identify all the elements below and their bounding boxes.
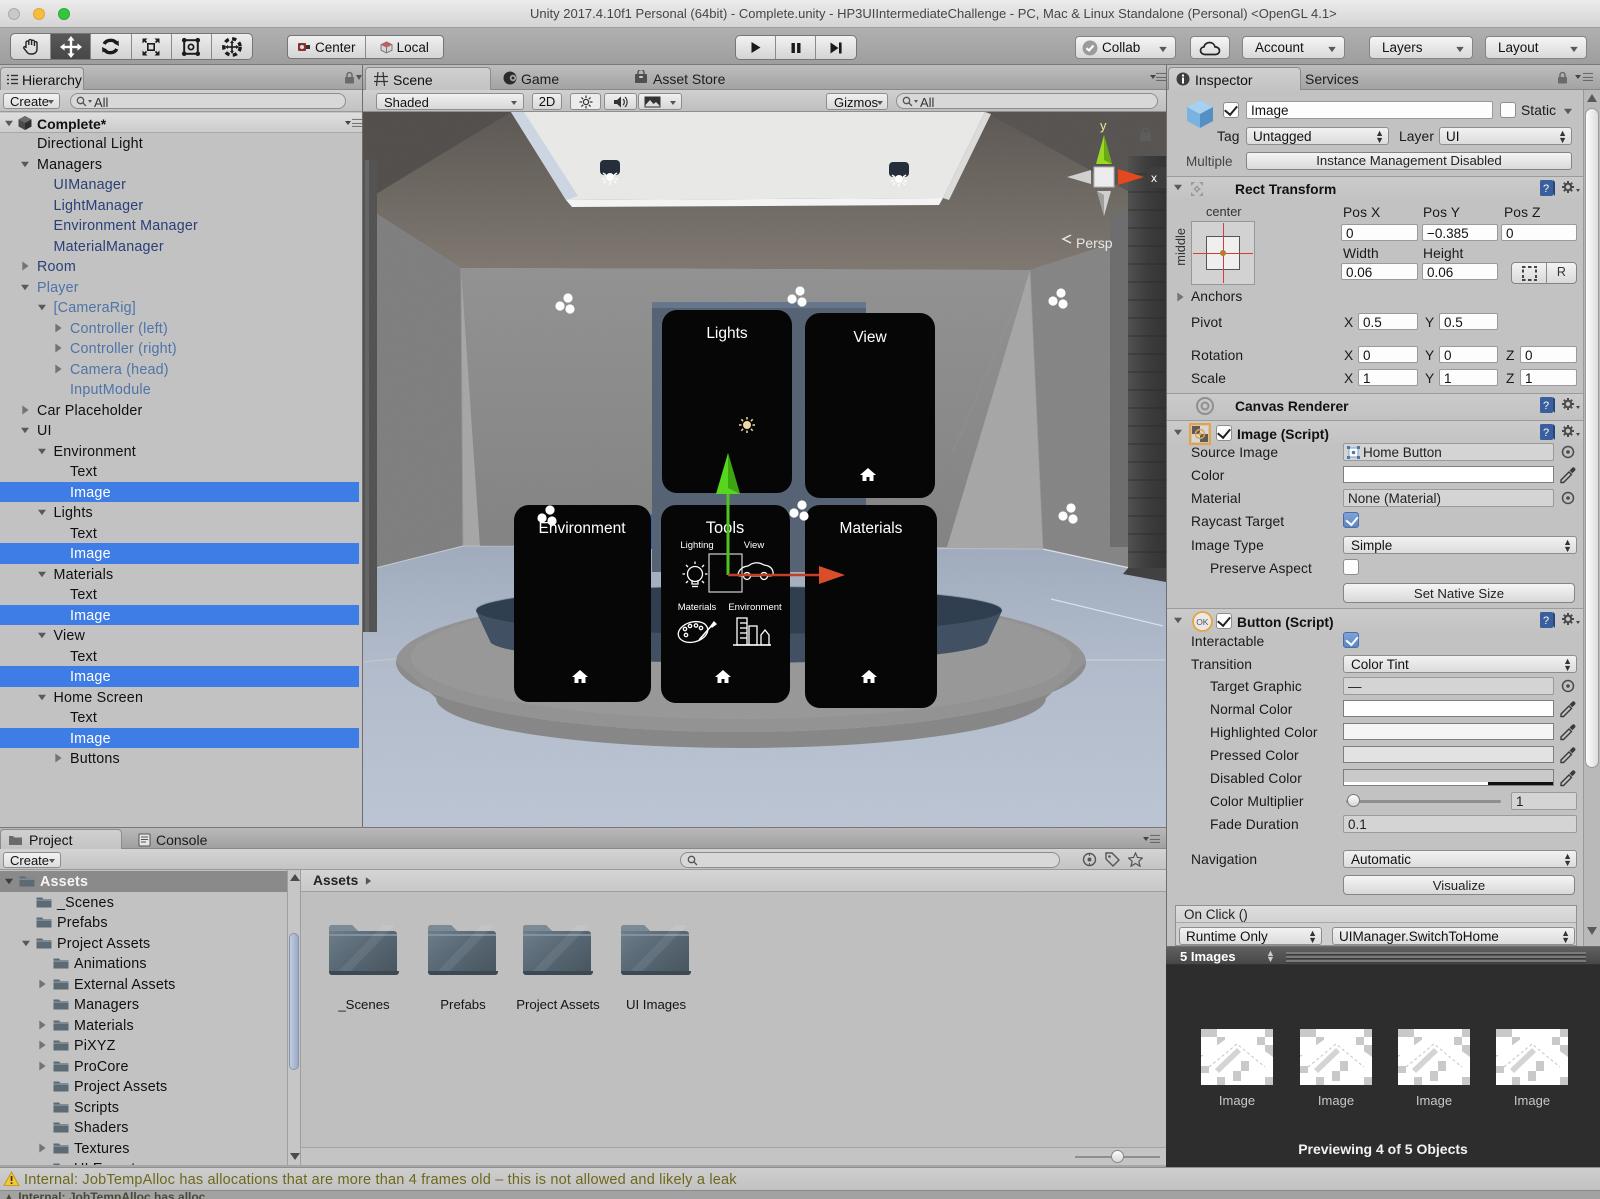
svg-text:x: x: [1151, 171, 1157, 185]
svg-text:OK: OK: [1196, 617, 1209, 627]
svg-text:Tools: Tools: [706, 519, 745, 537]
svg-text:Materials: Materials: [840, 520, 903, 537]
svg-text:Persp: Persp: [1076, 235, 1113, 251]
svg-text:Environment: Environment: [728, 602, 782, 613]
svg-text:?: ?: [1543, 400, 1549, 412]
svg-text:Lighting: Lighting: [680, 540, 713, 551]
svg-text:y: y: [1100, 118, 1107, 133]
svg-text:View: View: [744, 540, 765, 551]
svg-text:Lights: Lights: [706, 325, 748, 342]
svg-text:?: ?: [1543, 427, 1549, 439]
svg-text:?: ?: [1543, 183, 1549, 195]
svg-text:Materials: Materials: [678, 602, 717, 613]
svg-text:?: ?: [1543, 615, 1549, 627]
svg-text:View: View: [853, 329, 887, 346]
